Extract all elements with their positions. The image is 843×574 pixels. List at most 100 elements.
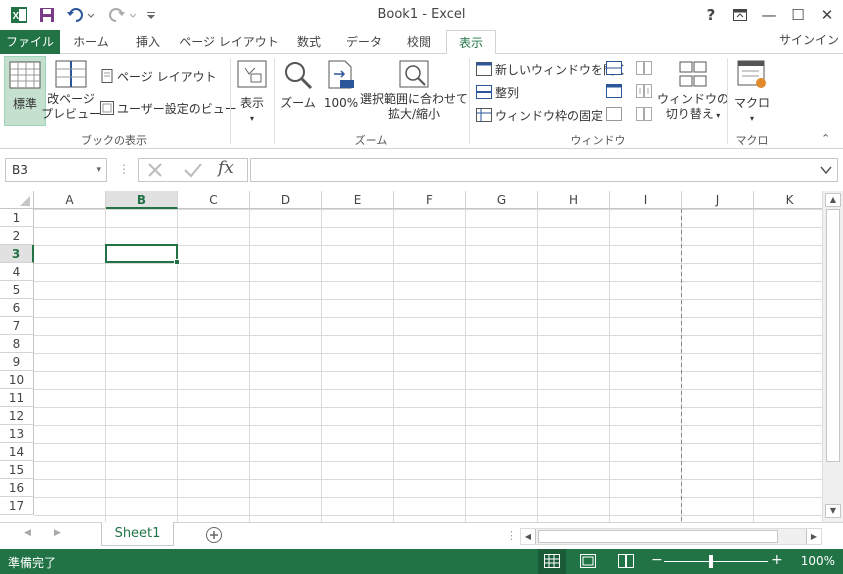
scroll-down-icon[interactable]: ▼ (825, 504, 841, 518)
view-side-by-side-icon[interactable] (636, 61, 652, 78)
tab-review[interactable]: 校閲 (394, 30, 444, 54)
switch-windows-label-2: 切り替え ▾ (665, 107, 721, 121)
new-window-icon (476, 62, 492, 76)
show-dropdown-icon: ▾ (249, 114, 254, 123)
zoom-out-icon[interactable]: − (651, 552, 663, 568)
normal-view-button[interactable]: 標準 (4, 56, 46, 126)
new-window-button[interactable]: 新しいウィンドウを開く (476, 59, 627, 79)
switch-windows-label-1: ウィンドウの (657, 92, 730, 106)
page-layout-view-button[interactable]: ページ レイアウト (100, 66, 217, 86)
tab-split-handle-icon[interactable]: ⋮ (506, 529, 517, 542)
tab-formulas[interactable]: 数式 (284, 30, 334, 54)
page-layout-label: ページ レイアウト (117, 69, 217, 84)
formula-input[interactable] (250, 158, 838, 182)
name-box[interactable]: B3 ▾ (5, 158, 107, 182)
show-label: 表示 (239, 96, 264, 110)
enter-check-icon[interactable] (183, 161, 203, 182)
zoom-selection-label-2: 拡大/縮小 (387, 107, 441, 121)
sheet-tab-sheet1[interactable]: Sheet1 (101, 522, 174, 546)
page-layout-status-icon[interactable] (580, 554, 596, 571)
normal-view-icon (9, 61, 41, 89)
zoom-100-button[interactable]: 100% (322, 56, 360, 126)
book-views-group-label: ブックの表示 (81, 134, 147, 147)
tab-insert[interactable]: 挿入 (122, 30, 174, 54)
prev-sheet-icon[interactable]: ◀ (24, 528, 31, 538)
switch-windows-icon (679, 61, 707, 87)
freeze-panes-icon (476, 108, 492, 122)
tab-home[interactable]: ホーム (62, 30, 120, 54)
page-break-preview-button[interactable]: 改ページ プレビュー (41, 56, 101, 126)
vertical-scrollbar[interactable]: ▲ ▼ (822, 191, 843, 522)
worksheet-grid[interactable]: ABCDEFGHIJK 1 2 3 4 5 6 7 8 9 10 11 12 13 14 15 16 17 (0, 191, 822, 522)
macros-label: マクロ (733, 96, 770, 110)
ribbon: 標準 改ページ プレビュー ページ レイアウト ユーザー設定のビュー ブックの表… (0, 54, 843, 149)
zoom-slider-thumb[interactable] (709, 555, 713, 568)
freeze-panes-button[interactable]: ウィンドウ枠の固定 ▾ (476, 105, 610, 125)
tab-data[interactable]: データ (336, 30, 392, 54)
ribbon-display-options-icon[interactable] (727, 4, 753, 26)
zoom-in-icon[interactable]: + (771, 552, 783, 568)
unhide-window-icon[interactable] (606, 107, 622, 124)
zoom-100-label: 100% (323, 96, 359, 110)
tab-file[interactable]: ファイル (0, 30, 60, 54)
arrange-icon (476, 85, 492, 99)
expand-formula-bar-icon[interactable] (820, 164, 832, 178)
ribbon-tabs: ファイル ホーム 挿入 ページ レイアウト 数式 データ 校閲 表示 サインイン (0, 30, 843, 55)
horizontal-scrollbar[interactable]: ◀ ▶ (520, 528, 822, 545)
sheet-tab-bar: ◀ ▶ Sheet1 ⋮ ◀ ▶ (0, 522, 843, 549)
page-break-status-icon[interactable] (618, 554, 634, 571)
scroll-right-icon[interactable]: ▶ (806, 529, 821, 544)
arrange-all-button[interactable]: 整列 (476, 82, 519, 102)
switch-windows-button[interactable]: ウィンドウの 切り替え ▾ (657, 56, 729, 126)
next-sheet-icon[interactable]: ▶ (54, 528, 61, 538)
insert-function-icon[interactable]: fx (218, 158, 234, 178)
zoom-percentage[interactable]: 100% (801, 554, 835, 568)
minimize-button[interactable]: — (756, 4, 782, 26)
show-icon (237, 60, 267, 88)
vertical-scroll-thumb[interactable] (826, 209, 840, 462)
split-icon[interactable] (606, 61, 622, 78)
scroll-up-icon[interactable]: ▲ (825, 193, 841, 207)
custom-views-button[interactable]: ユーザー設定のビュー (100, 98, 237, 118)
zoom-magnifier-icon (285, 62, 313, 90)
zoom-100-icon (328, 60, 354, 89)
zoom-to-selection-icon (399, 60, 429, 88)
zoom-slider-track[interactable] (664, 561, 768, 562)
sign-in-link[interactable]: サインイン (779, 30, 839, 50)
status-ready: 準備完了 (8, 556, 57, 570)
hide-window-icon[interactable] (606, 84, 622, 101)
fill-handle[interactable] (174, 259, 180, 265)
zoom-button[interactable]: ズーム (278, 56, 318, 126)
tab-view[interactable]: 表示 (446, 30, 496, 55)
zoom-label: ズーム (280, 96, 316, 110)
tab-page-layout[interactable]: ページ レイアウト (178, 30, 280, 54)
macros-dropdown-icon: ▾ (749, 114, 754, 123)
custom-views-icon (100, 101, 114, 115)
horizontal-scroll-thumb[interactable] (538, 530, 778, 543)
help-button[interactable]: ? (698, 4, 724, 26)
new-sheet-icon[interactable] (205, 526, 223, 547)
gridlines (34, 209, 822, 522)
normal-view-status-button[interactable] (538, 549, 566, 574)
name-box-dropdown-icon[interactable]: ▾ (96, 159, 101, 181)
zoom-to-selection-button[interactable]: 選択範囲に合わせて 拡大/縮小 (360, 56, 468, 126)
scroll-left-icon[interactable]: ◀ (521, 529, 536, 544)
window-group-label: ウィンドウ (570, 134, 626, 147)
formula-bar-handle-icon[interactable]: ⋮ (118, 162, 130, 176)
macros-group-label: マクロ (735, 134, 769, 147)
custom-views-label: ユーザー設定のビュー (117, 101, 237, 116)
name-box-value: B3 (12, 163, 28, 177)
formula-bar: B3 ▾ ⋮ fx (0, 154, 843, 186)
status-bar: 準備完了 − + 100% (0, 549, 843, 574)
collapse-ribbon-icon[interactable]: ⌃ (821, 132, 830, 145)
cancel-icon[interactable] (146, 161, 164, 182)
synchronous-scrolling-icon[interactable] (636, 84, 652, 101)
maximize-button[interactable]: ☐ (785, 4, 811, 26)
reset-window-position-icon[interactable] (636, 107, 652, 124)
arrange-label: 整列 (495, 85, 520, 100)
show-button[interactable]: 表示 ▾ (234, 56, 270, 126)
close-button[interactable]: ✕ (814, 4, 840, 26)
page-break-preview-icon (55, 60, 87, 88)
ribbon-separator (230, 58, 231, 144)
macros-button[interactable]: マクロ ▾ (732, 56, 772, 126)
